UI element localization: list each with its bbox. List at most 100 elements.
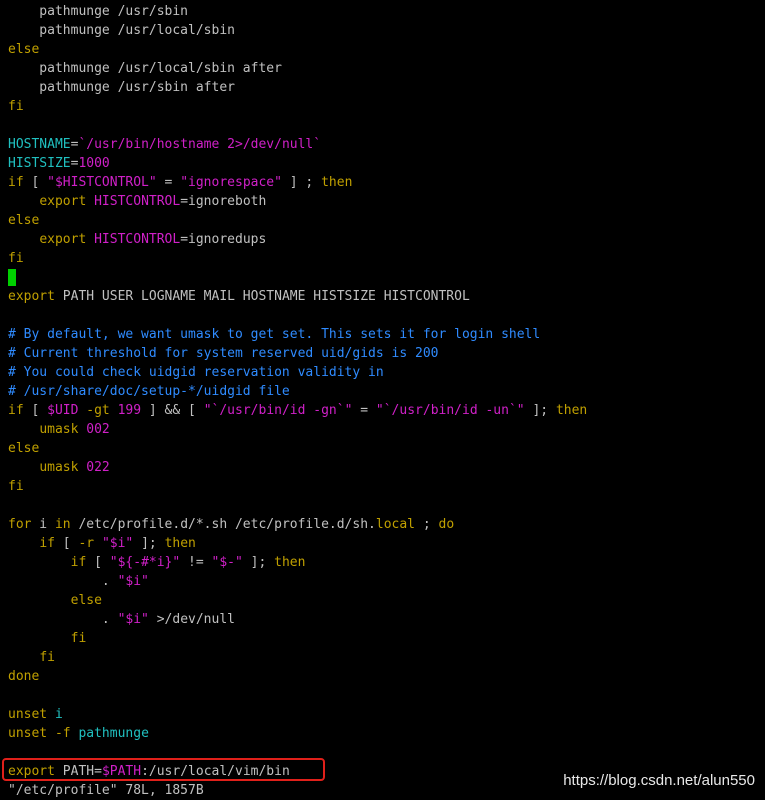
code-line: HOSTNAME=`/usr/bin/hostname 2>/dev/null`	[8, 135, 765, 154]
code-token: unset	[8, 726, 48, 741]
code-token: pathmunge /usr/local/sbin after	[8, 61, 282, 76]
code-token: ] ;	[281, 175, 322, 190]
code-token: =	[352, 403, 376, 418]
code-token: local	[375, 517, 416, 532]
code-line: fi	[8, 477, 765, 496]
code-token: "$i"	[117, 612, 149, 627]
code-token: "$i"	[117, 574, 149, 589]
code-line: if [ -r "$i" ]; then	[8, 534, 765, 553]
watermark: https://blog.csdn.net/alun550	[563, 772, 755, 789]
code-token: then	[274, 555, 306, 570]
code-line: # By default, we want umask to get set. …	[8, 325, 765, 344]
code-line: pathmunge /usr/sbin	[8, 2, 765, 21]
code-token: "/etc/profile" 78L, 1857B	[8, 783, 204, 798]
code-token: done	[8, 669, 40, 684]
code-token: pathmunge /usr/sbin after	[8, 80, 235, 95]
code-token: "`/usr/bin/id -un`"	[375, 403, 525, 418]
code-token: export	[39, 194, 87, 209]
code-token: pathmunge /usr/sbin	[8, 4, 189, 19]
code-line: else	[8, 439, 765, 458]
code-token: then	[321, 175, 353, 190]
code-token: "$i"	[101, 536, 134, 551]
code-line: if [ "$HISTCONTROL" = "ignorespace" ] ; …	[8, 173, 765, 192]
code-token: ;	[415, 517, 439, 532]
code-token: PATH=	[54, 764, 102, 779]
code-token: :/usr/local/vim/bin	[141, 764, 290, 779]
code-line: fi	[8, 648, 765, 667]
code-token: i	[54, 707, 63, 722]
code-token: umask	[39, 422, 79, 437]
code-token: =	[156, 175, 181, 190]
code-token: fi	[8, 251, 24, 266]
code-line: unset i	[8, 705, 765, 724]
code-token: then	[555, 403, 588, 418]
code-token: in	[54, 517, 71, 532]
code-token: if	[8, 403, 24, 418]
code-token: .	[8, 574, 118, 589]
code-line: . "$i" >/dev/null	[8, 610, 765, 629]
vim-buffer[interactable]: pathmunge /usr/sbin pathmunge /usr/local…	[8, 2, 765, 800]
code-token: fi	[8, 479, 24, 494]
code-token: i	[31, 517, 55, 532]
code-token: HOSTNAME	[8, 137, 71, 152]
code-line: HISTSIZE=1000	[8, 154, 765, 173]
code-line: pathmunge /usr/local/sbin after	[8, 59, 765, 78]
code-line: export HISTCONTROL=ignoredups	[8, 230, 765, 249]
code-line: else	[8, 40, 765, 59]
code-token: pathmunge	[78, 726, 149, 741]
code-token: ];	[524, 403, 556, 418]
code-line: unset -f pathmunge	[8, 724, 765, 743]
code-token: "$-"	[211, 555, 243, 570]
code-token: "`/usr/bin/id -gn`"	[203, 403, 353, 418]
code-line: pathmunge /usr/sbin after	[8, 78, 765, 97]
code-token: fi	[8, 99, 24, 114]
code-token: ];	[133, 536, 165, 551]
code-token: -f	[54, 726, 71, 741]
code-token: PATH USER LOGNAME MAIL HOSTNAME HISTSIZE…	[54, 289, 470, 304]
code-token: unset	[8, 707, 48, 722]
code-token: "$HISTCONTROL"	[47, 175, 157, 190]
code-line: fi	[8, 249, 765, 268]
code-token: umask	[39, 460, 79, 475]
code-token: [	[86, 555, 110, 570]
code-token: then	[164, 536, 196, 551]
code-token: =ignoredups	[180, 232, 267, 247]
code-line: else	[8, 591, 765, 610]
code-token: # By default, we want umask to get set. …	[8, 327, 541, 342]
code-token: export	[8, 289, 55, 304]
code-line: if [ "${-#*i}" != "$-" ]; then	[8, 553, 765, 572]
terminal-window[interactable]: pathmunge /usr/sbin pathmunge /usr/local…	[0, 0, 765, 800]
code-token: # /usr/share/doc/setup-*/uidgid file	[8, 384, 290, 399]
code-token: -gt	[86, 403, 110, 418]
code-line: umask 002	[8, 420, 765, 439]
code-line: if [ $UID -gt 199 ] && [ "`/usr/bin/id -…	[8, 401, 765, 420]
code-token: .	[8, 612, 118, 627]
code-line: export PATH USER LOGNAME MAIL HOSTNAME H…	[8, 287, 765, 306]
code-token: pathmunge /usr/local/sbin	[8, 23, 235, 38]
code-line: done	[8, 667, 765, 686]
code-token: fi	[70, 631, 87, 646]
code-token: [	[54, 536, 79, 551]
code-token: else	[8, 42, 40, 57]
code-line: umask 022	[8, 458, 765, 477]
code-token: else	[8, 213, 40, 228]
code-token: "${-#*i}"	[109, 555, 181, 570]
code-line: for i in /etc/profile.d/*.sh /etc/profil…	[8, 515, 765, 534]
code-token: "ignorespace"	[180, 175, 282, 190]
code-token: $UID	[47, 403, 79, 418]
